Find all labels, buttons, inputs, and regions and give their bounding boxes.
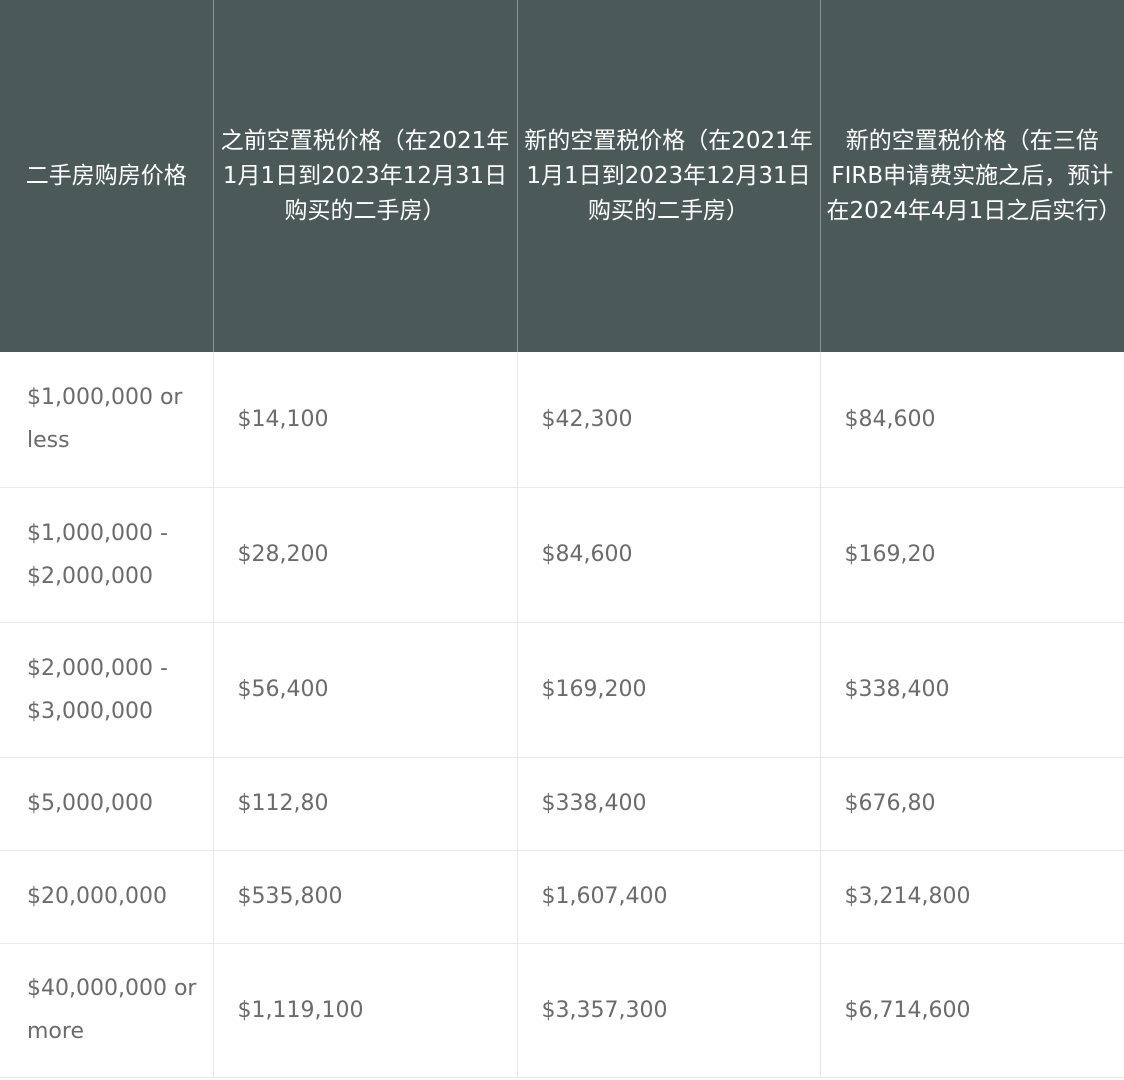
cell-purchase-price: $1,000,000 or less xyxy=(0,352,214,488)
cell-new-fee-tripled: $84,600 xyxy=(820,352,1124,488)
cell-previous-fee: $1,119,100 xyxy=(213,943,518,1078)
table-row: $20,000,000 $535,800 $1,607,400 $3,214,8… xyxy=(0,850,1124,944)
cell-new-fee-tripled: $3,214,800 xyxy=(820,850,1124,944)
table-row: $1,000,000 or less $14,100 $42,300 $84,6… xyxy=(0,352,1124,488)
cell-new-fee: $84,600 xyxy=(517,487,821,623)
cell-new-fee: $42,300 xyxy=(517,352,821,488)
cell-new-fee: $338,400 xyxy=(517,757,821,851)
table-row: $40,000,000 or more $1,119,100 $3,357,30… xyxy=(0,943,1124,1078)
cell-new-fee: $1,607,400 xyxy=(517,850,821,944)
table-header: 二手房购房价格 之前空置税价格（在2021年1月1日到2023年12月31日购买… xyxy=(0,0,1124,352)
table-row: $2,000,000 - $3,000,000 $56,400 $169,200… xyxy=(0,622,1124,758)
cell-purchase-price: $5,000,000 xyxy=(0,757,214,851)
header-row: 二手房购房价格 之前空置税价格（在2021年1月1日到2023年12月31日购买… xyxy=(0,0,1124,352)
cell-previous-fee: $14,100 xyxy=(213,352,518,488)
table-row: $1,000,000 - $2,000,000 $28,200 $84,600 … xyxy=(0,487,1124,623)
cell-new-fee-tripled: $676,80 xyxy=(820,757,1124,851)
table-row: $5,000,000 $112,80 $338,400 $676,80 xyxy=(0,757,1124,851)
cell-previous-fee: $112,80 xyxy=(213,757,518,851)
header-purchase-price: 二手房购房价格 xyxy=(0,0,214,352)
cell-new-fee-tripled: $338,400 xyxy=(820,622,1124,758)
cell-new-fee-tripled: $6,714,600 xyxy=(820,943,1124,1078)
cell-new-fee-tripled: $169,20 xyxy=(820,487,1124,623)
cell-previous-fee: $56,400 xyxy=(213,622,518,758)
header-new-fee-tripled: 新的空置税价格（在三倍FIRB申请费实施之后，预计在2024年4月1日之后实行） xyxy=(820,0,1124,352)
header-new-fee: 新的空置税价格（在2021年1月1日到2023年12月31日购买的二手房） xyxy=(517,0,821,352)
vacancy-fee-table: 二手房购房价格 之前空置税价格（在2021年1月1日到2023年12月31日购买… xyxy=(0,0,1124,1078)
cell-new-fee: $3,357,300 xyxy=(517,943,821,1078)
cell-new-fee: $169,200 xyxy=(517,622,821,758)
header-previous-fee: 之前空置税价格（在2021年1月1日到2023年12月31日购买的二手房） xyxy=(213,0,518,352)
table-body: $1,000,000 or less $14,100 $42,300 $84,6… xyxy=(0,352,1124,1078)
cell-purchase-price: $1,000,000 - $2,000,000 xyxy=(0,487,214,623)
cell-previous-fee: $28,200 xyxy=(213,487,518,623)
cell-previous-fee: $535,800 xyxy=(213,850,518,944)
cell-purchase-price: $2,000,000 - $3,000,000 xyxy=(0,622,214,758)
cell-purchase-price: $40,000,000 or more xyxy=(0,943,214,1078)
cell-purchase-price: $20,000,000 xyxy=(0,850,214,944)
